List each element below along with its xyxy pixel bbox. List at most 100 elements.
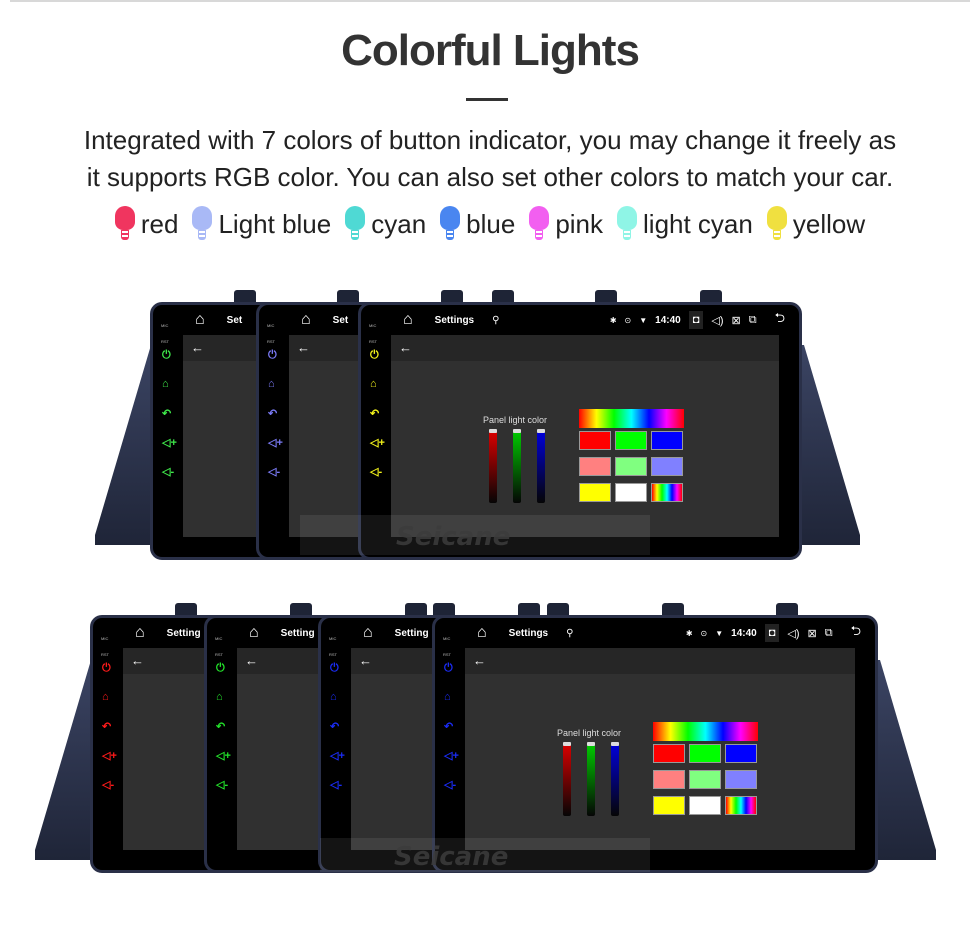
recent-apps-icon[interactable]: ⧉: [749, 314, 757, 327]
color-swatch[interactable]: [725, 744, 757, 763]
home-icon[interactable]: ⌂: [363, 624, 373, 642]
color-swatch[interactable]: [651, 483, 683, 502]
back-indicator-icon[interactable]: ↶: [370, 407, 379, 420]
home-icon[interactable]: ⌂: [249, 624, 259, 642]
slider-g[interactable]: [587, 742, 595, 816]
home-indicator-icon[interactable]: ⌂: [370, 378, 377, 390]
volume-up-indicator-icon[interactable]: ◁+: [162, 436, 177, 449]
title-underline: [466, 98, 508, 101]
description-line-1: Integrated with 7 colors of button indic…: [83, 125, 897, 155]
home-icon[interactable]: ⌂: [403, 311, 413, 329]
color-swatch[interactable]: [689, 770, 721, 789]
color-swatch[interactable]: [725, 796, 757, 815]
home-indicator-icon[interactable]: ⌂: [268, 378, 275, 390]
home-icon[interactable]: ⌂: [135, 624, 145, 642]
volume-icon[interactable]: ◁): [711, 314, 723, 327]
home-indicator-icon[interactable]: ⌂: [444, 691, 451, 703]
back-indicator-icon[interactable]: ↶: [268, 407, 277, 420]
volume-up-indicator-icon[interactable]: ◁+: [268, 436, 283, 449]
volume-up-indicator-icon[interactable]: ◁+: [370, 436, 385, 449]
indicator-panel: MIC RST ⏻ ⌂ ↶ ◁+ ◁-: [259, 305, 289, 557]
home-icon[interactable]: ⌂: [195, 311, 205, 329]
volume-down-indicator-icon[interactable]: ◁-: [370, 465, 382, 478]
color-swatch[interactable]: [653, 770, 685, 789]
slider-knob[interactable]: [563, 742, 571, 746]
rst-label: RST: [267, 339, 275, 344]
volume-up-indicator-icon[interactable]: ◁+: [102, 749, 117, 762]
return-icon[interactable]: ⮌: [851, 622, 861, 644]
slider-knob[interactable]: [537, 429, 545, 433]
color-swatch[interactable]: [651, 457, 683, 476]
power-indicator-icon[interactable]: ⏻: [370, 349, 379, 362]
back-indicator-icon[interactable]: ↶: [102, 720, 111, 733]
volume-down-indicator-icon[interactable]: ◁-: [216, 778, 228, 791]
power-indicator-icon[interactable]: ⏻: [216, 662, 225, 675]
color-swatch[interactable]: [651, 431, 683, 450]
status-title: Set: [332, 314, 349, 326]
slider-knob[interactable]: [513, 429, 521, 433]
close-app-icon[interactable]: ⊠: [732, 314, 741, 327]
power-indicator-icon[interactable]: ⏻: [162, 349, 171, 362]
color-swatch[interactable]: [689, 744, 721, 763]
color-swatch[interactable]: [615, 457, 647, 476]
color-spectrum[interactable]: [579, 409, 684, 428]
volume-down-indicator-icon[interactable]: ◁-: [102, 778, 114, 791]
color-swatch[interactable]: [579, 431, 611, 450]
top-divider: [10, 0, 970, 2]
power-indicator-icon[interactable]: ⏻: [102, 662, 111, 675]
description: Integrated with 7 colors of button indic…: [0, 122, 980, 196]
back-indicator-icon[interactable]: ↶: [444, 720, 453, 733]
slider-r[interactable]: [563, 742, 571, 816]
power-indicator-icon[interactable]: ⏻: [330, 662, 339, 675]
back-button[interactable]: ←: [465, 648, 855, 674]
volume-up-indicator-icon[interactable]: ◁+: [444, 749, 459, 762]
volume-up-indicator-icon[interactable]: ◁+: [330, 749, 345, 762]
rst-label: RST: [161, 339, 169, 344]
back-indicator-icon[interactable]: ↶: [162, 407, 171, 420]
slider-knob[interactable]: [587, 742, 595, 746]
wifi-icon: ▼: [715, 628, 724, 638]
camera-icon[interactable]: ◘: [764, 624, 780, 642]
home-indicator-icon[interactable]: ⌂: [102, 691, 109, 703]
power-indicator-icon[interactable]: ⏻: [444, 662, 453, 675]
volume-up-indicator-icon[interactable]: ◁+: [216, 749, 231, 762]
color-swatch[interactable]: [653, 744, 685, 763]
back-indicator-icon[interactable]: ↶: [330, 720, 339, 733]
power-indicator-icon[interactable]: ⏻: [268, 349, 277, 362]
indicator-panel: MIC RST ⏻ ⌂ ↶ ◁+ ◁-: [93, 618, 123, 870]
color-swatch[interactable]: [725, 770, 757, 789]
volume-down-indicator-icon[interactable]: ◁-: [444, 778, 456, 791]
volume-down-indicator-icon[interactable]: ◁-: [162, 465, 174, 478]
color-swatch[interactable]: [689, 796, 721, 815]
home-indicator-icon[interactable]: ⌂: [162, 378, 169, 390]
home-icon[interactable]: ⌂: [301, 311, 311, 329]
volume-down-indicator-icon[interactable]: ◁-: [330, 778, 342, 791]
slider-g[interactable]: [513, 429, 521, 503]
slider-r[interactable]: [489, 429, 497, 503]
legend-label: blue: [466, 208, 516, 239]
home-indicator-icon[interactable]: ⌂: [216, 691, 223, 703]
color-spectrum[interactable]: [653, 722, 758, 741]
return-icon[interactable]: ⮌: [775, 309, 785, 331]
slider-knob[interactable]: [611, 742, 619, 746]
recent-apps-icon[interactable]: ⧉: [825, 627, 833, 640]
color-swatch[interactable]: [579, 483, 611, 502]
color-swatch[interactable]: [615, 483, 647, 502]
legend-label: cyan: [371, 208, 427, 239]
volume-icon[interactable]: ◁): [787, 627, 799, 640]
close-app-icon[interactable]: ⊠: [808, 627, 817, 640]
slider-knob[interactable]: [489, 429, 497, 433]
home-indicator-icon[interactable]: ⌂: [330, 691, 337, 703]
slider-b[interactable]: [611, 742, 619, 816]
color-swatch[interactable]: [653, 796, 685, 815]
back-indicator-icon[interactable]: ↶: [216, 720, 225, 733]
volume-down-indicator-icon[interactable]: ◁-: [268, 465, 280, 478]
color-swatch[interactable]: [579, 457, 611, 476]
bulb-icon: [114, 206, 135, 242]
back-button[interactable]: ←: [391, 335, 779, 361]
home-icon[interactable]: ⌂: [477, 624, 487, 642]
bulb-icon: [440, 206, 461, 242]
slider-b[interactable]: [537, 429, 545, 503]
camera-icon[interactable]: ◘: [688, 311, 704, 329]
color-swatch[interactable]: [615, 431, 647, 450]
